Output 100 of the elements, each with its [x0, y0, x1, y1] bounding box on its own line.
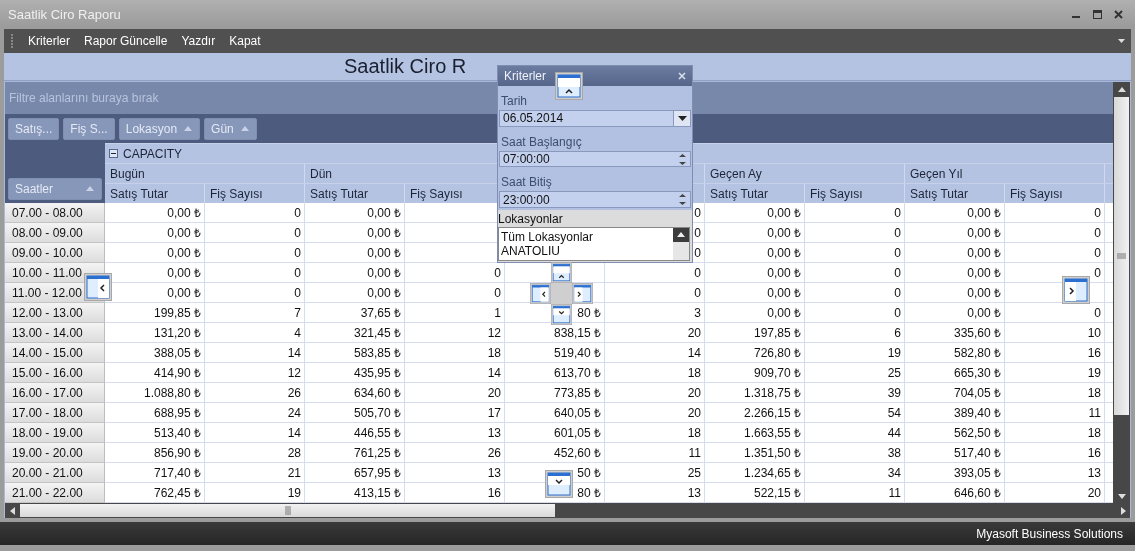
- table-cell: 34: [805, 463, 905, 483]
- table-cell: 717,40 ₺: [105, 463, 205, 483]
- table-cell: 37,65 ₺: [305, 303, 405, 323]
- table-cell: 24: [205, 403, 305, 423]
- table-cell: 761,25 ₺: [305, 443, 405, 463]
- table-cell: 0: [405, 283, 505, 303]
- table-cell: 0: [405, 263, 505, 283]
- table-cell: 0: [805, 283, 905, 303]
- window-title: Saatlik Ciro Raporu: [8, 6, 122, 22]
- close-icon[interactable]: [1114, 9, 1123, 19]
- scrollbar-thumb[interactable]: [20, 504, 555, 517]
- list-box[interactable]: Tüm Lokasyonlar ANATOLIU: [498, 227, 690, 261]
- report-title: Saatlik Ciro R: [344, 55, 467, 78]
- table-cell: 0,00 ₺: [305, 223, 405, 243]
- dock-guide-icon: [551, 304, 572, 325]
- dock-guide-icon: [84, 273, 112, 301]
- collapse-icon[interactable]: [109, 149, 118, 158]
- table-cell: 519,40 ₺: [505, 343, 605, 363]
- row-header: 19.00 - 20.00: [5, 443, 105, 463]
- row-header: 20.00 - 21.00: [5, 463, 105, 483]
- table-cell: 12: [405, 323, 505, 343]
- row-header: 21.00 - 22.00: [5, 483, 105, 503]
- table-cell: 704,05 ₺: [905, 383, 1005, 403]
- table-cell: 0: [205, 263, 305, 283]
- table-cell: 513,40 ₺: [105, 423, 205, 443]
- dock-guide-icon: [555, 72, 583, 100]
- table-cell: 0,00 ₺: [905, 263, 1005, 283]
- dock-guide-icon: [530, 283, 551, 304]
- table-cell: 389,40 ₺: [905, 403, 1005, 423]
- spin-icon[interactable]: [679, 193, 686, 207]
- table-cell: 640,05 ₺: [505, 403, 605, 423]
- table-cell: 0: [805, 263, 905, 283]
- table-cell: 18: [605, 423, 705, 443]
- table-cell: 0,00 ₺: [905, 223, 1005, 243]
- table-cell: 20: [405, 383, 505, 403]
- time-field[interactable]: 23:00:00: [499, 191, 691, 208]
- caret-icon[interactable]: [1118, 38, 1125, 44]
- date-field[interactable]: 06.05.2014: [499, 109, 691, 127]
- table-cell: 3: [605, 303, 705, 323]
- table-cell: 0,00 ₺: [905, 303, 1005, 323]
- table-cell: 1.318,75 ₺: [705, 383, 805, 403]
- table-cell: 0,00 ₺: [705, 223, 805, 243]
- table-cell: 38: [805, 443, 905, 463]
- table-cell: 26: [405, 443, 505, 463]
- table-cell: 18: [405, 343, 505, 363]
- menu-item[interactable]: Kriterler: [28, 34, 70, 48]
- table-cell: 414,90 ₺: [105, 363, 205, 383]
- row-header: 09.00 - 10.00: [5, 243, 105, 263]
- maximize-icon[interactable]: [1093, 9, 1102, 19]
- filter-area-hint: Filtre alanlarını buraya bırak: [9, 91, 159, 105]
- table-cell: 7: [205, 303, 305, 323]
- table-cell: 321,45 ₺: [305, 323, 405, 343]
- spin-icon[interactable]: [679, 152, 686, 166]
- scrollbar[interactable]: [1113, 82, 1130, 503]
- table-cell: 601,05 ₺: [505, 423, 605, 443]
- table-cell: 0: [205, 223, 305, 243]
- dock-guide-icon: [551, 262, 572, 283]
- table-cell: 388,05 ₺: [105, 343, 205, 363]
- list-item[interactable]: Tüm Lokasyonlar: [501, 230, 594, 244]
- table-cell: 1: [405, 303, 505, 323]
- row-header: 07.00 - 08.00: [5, 203, 105, 223]
- field-label: Tarih: [501, 93, 527, 108]
- table-cell: 39: [805, 383, 905, 403]
- table-cell: 0: [205, 203, 305, 223]
- column-field-header[interactable]: CAPACITY: [105, 144, 187, 163]
- time-field[interactable]: 07:00:00: [499, 150, 691, 168]
- row-header: 13.00 - 14.00: [5, 323, 105, 343]
- dock-guide-icon: [545, 470, 573, 498]
- table-cell: 0,00 ₺: [305, 283, 405, 303]
- table-cell: 335,60 ₺: [905, 323, 1005, 343]
- table-cell: 452,60 ₺: [505, 443, 605, 463]
- table-cell: 909,70 ₺: [705, 363, 805, 383]
- table-cell: 1.234,65 ₺: [705, 463, 805, 483]
- table-cell: 517,40 ₺: [905, 443, 1005, 463]
- table-cell: 14: [405, 363, 505, 383]
- table-cell: 13: [405, 423, 505, 443]
- table-cell: 0: [605, 283, 705, 303]
- table-cell: 0,00 ₺: [905, 203, 1005, 223]
- table-cell: 562,50 ₺: [905, 423, 1005, 443]
- table-cell: 0,00 ₺: [305, 263, 405, 283]
- table-cell: 0,00 ₺: [705, 303, 805, 323]
- table-cell: 0,00 ₺: [105, 223, 205, 243]
- table-cell: 26: [205, 383, 305, 403]
- table-cell: 20: [605, 403, 705, 423]
- table-cell: 0: [205, 243, 305, 263]
- menu-item[interactable]: Kapat: [229, 34, 261, 48]
- table-cell: 13: [405, 463, 505, 483]
- grip-icon: [284, 506, 291, 515]
- table-cell: 688,95 ₺: [105, 403, 205, 423]
- table-cell: 0: [805, 303, 905, 323]
- table-cell: 613,70 ₺: [505, 363, 605, 383]
- scrollbar[interactable]: [5, 503, 1130, 518]
- table-cell: 773,85 ₺: [505, 383, 605, 403]
- table-cell: 20: [605, 323, 705, 343]
- menu-item[interactable]: Yazdır: [181, 34, 216, 48]
- scrollbar-thumb[interactable]: [1114, 97, 1129, 415]
- table-cell: 12: [205, 363, 305, 383]
- table-cell: 657,95 ₺: [305, 463, 405, 483]
- list-item[interactable]: ANATOLIU: [501, 244, 560, 258]
- menu-item[interactable]: Rapor Güncelle: [84, 34, 168, 48]
